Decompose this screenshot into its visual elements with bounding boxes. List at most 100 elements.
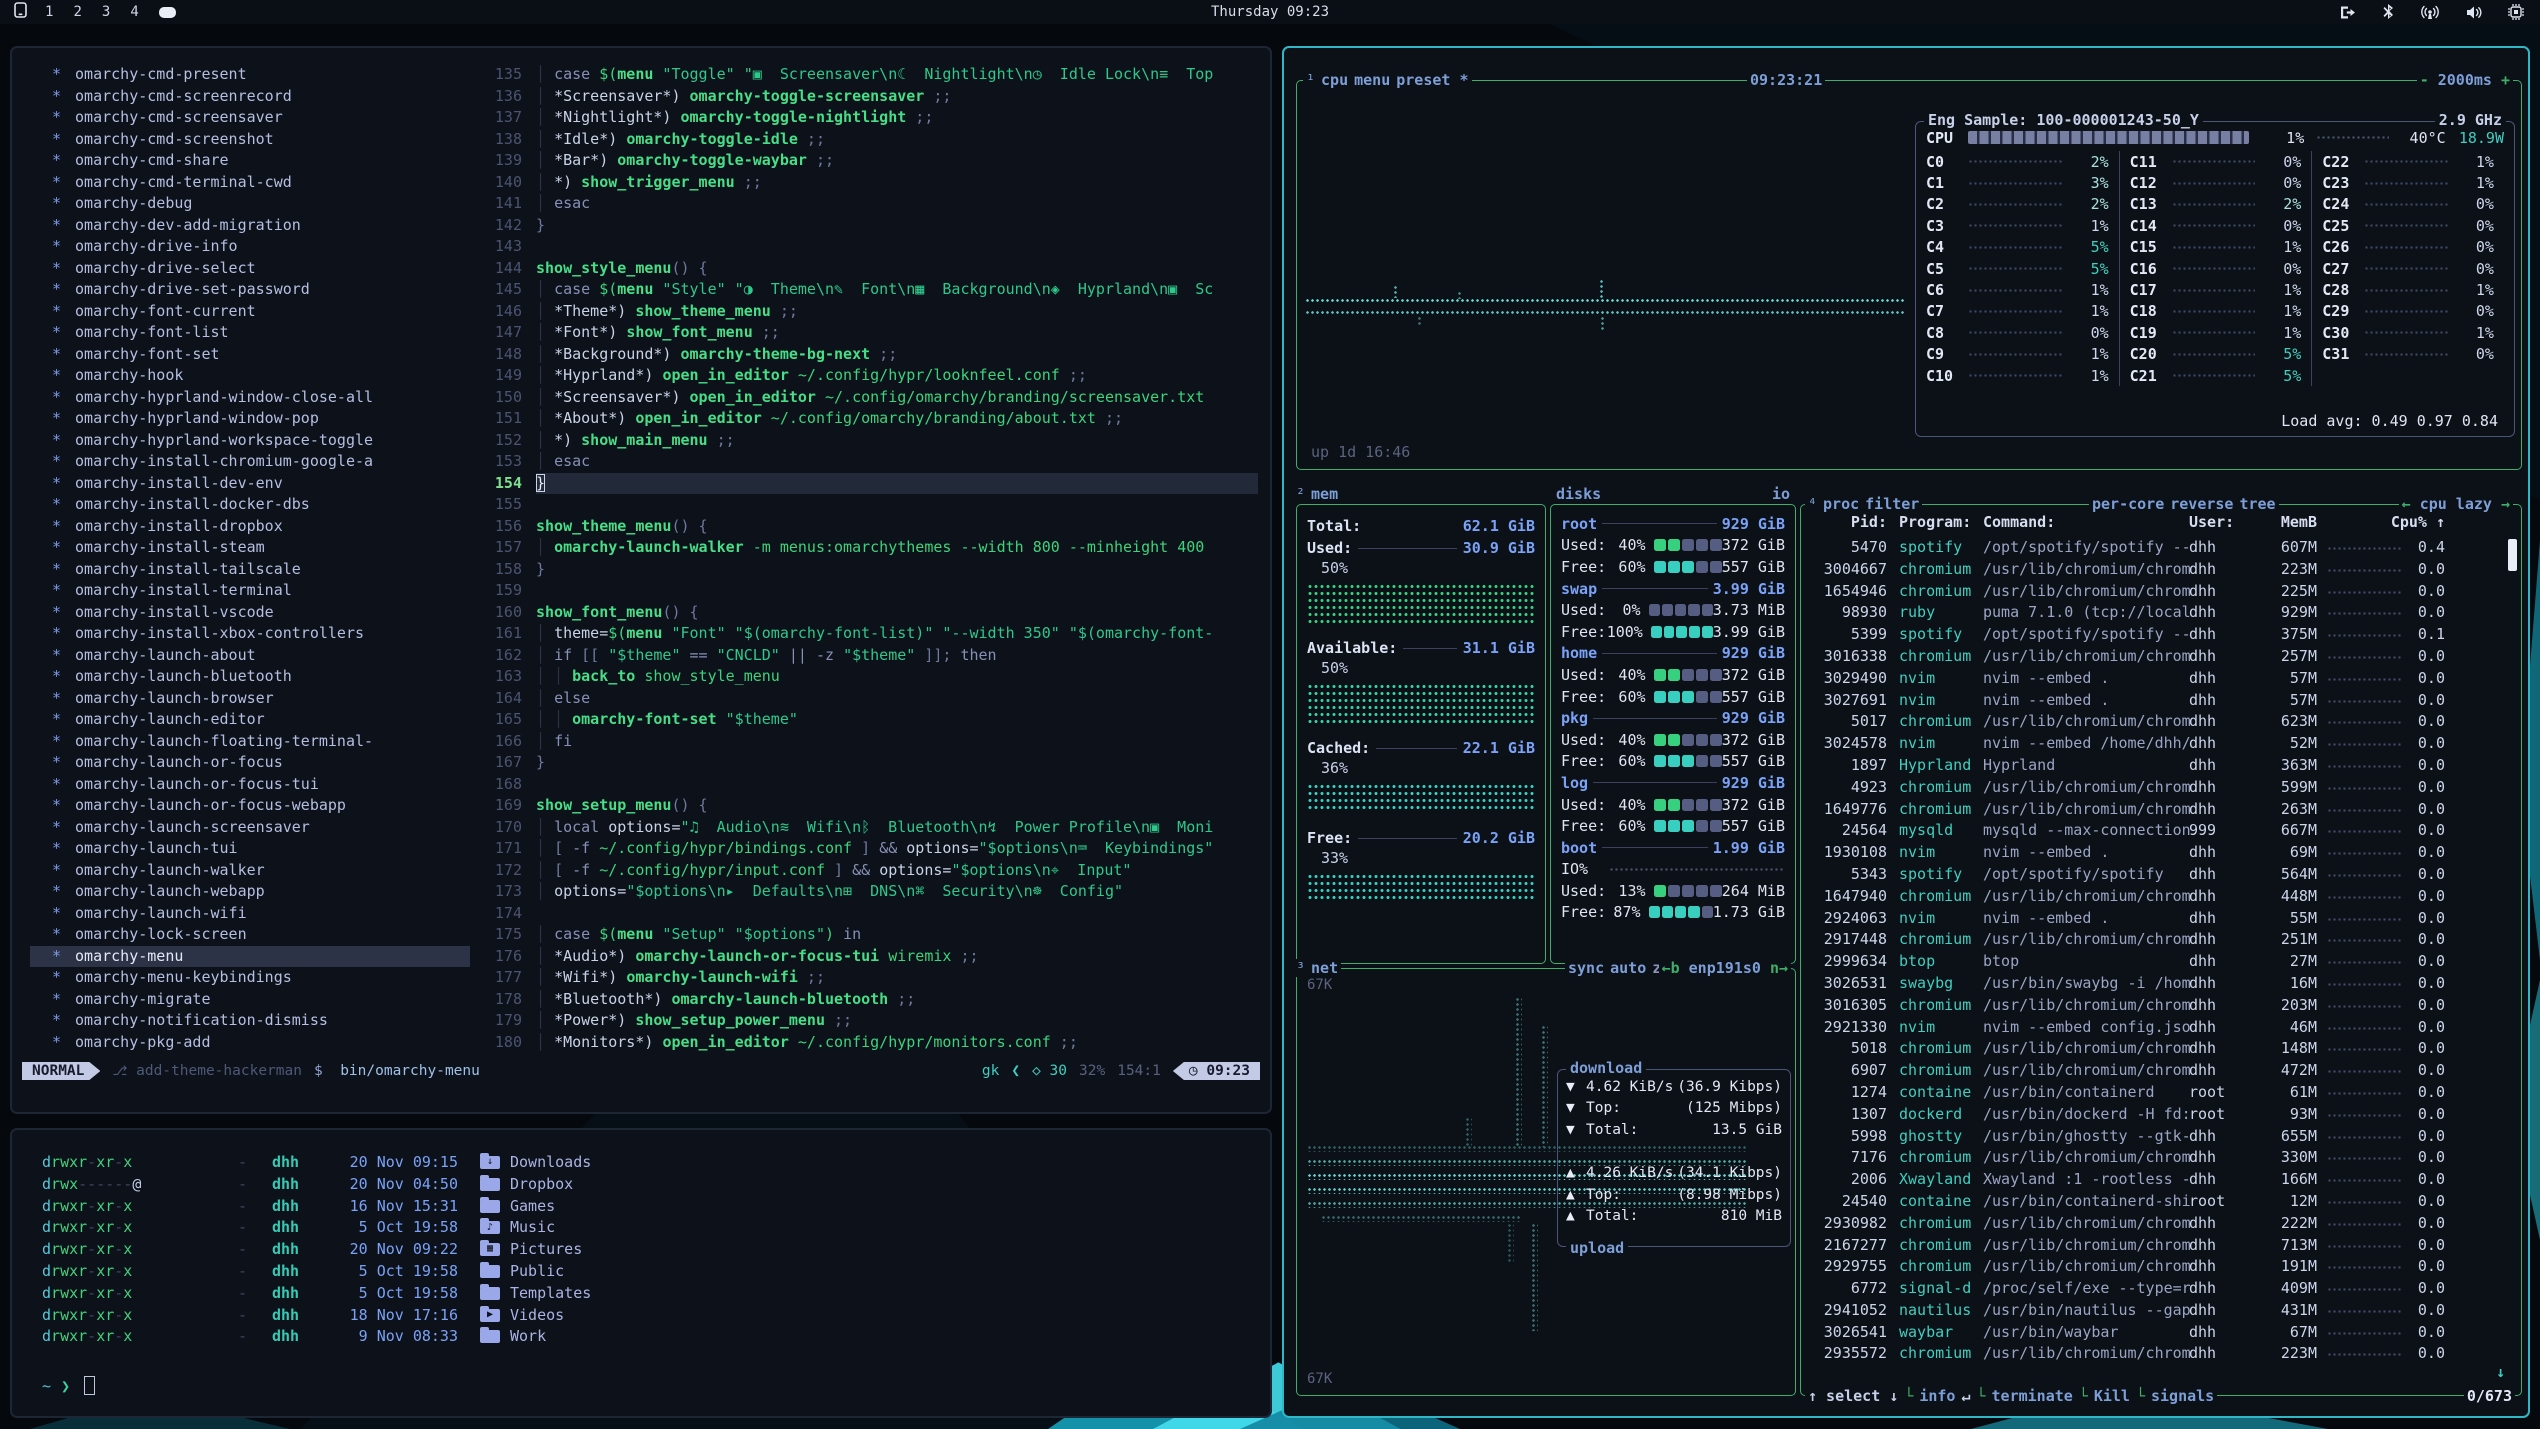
proc-row[interactable]: 3016305chromium/usr/lib/chromium/chromdh… (1809, 995, 2513, 1017)
proc-row[interactable]: 2941052nautilus/usr/bin/nautilus --gapdh… (1809, 1300, 2513, 1322)
select-keys[interactable]: ↑ select ↓ (1805, 1387, 1901, 1405)
proc-row[interactable]: 1649776chromium/usr/lib/chromium/chromdh… (1809, 799, 2513, 821)
file-item[interactable]: *omarchy-lock-screen (30, 924, 470, 946)
proc-scrollbar[interactable] (2508, 539, 2517, 571)
directory-name[interactable]: Games (510, 1196, 555, 1218)
file-item[interactable]: *omarchy-cmd-screenrecord (30, 86, 470, 108)
code-line[interactable] (536, 903, 1258, 925)
proc-row[interactable]: 6907chromium/usr/lib/chromium/chromdhh47… (1809, 1060, 2513, 1082)
code-line[interactable]: │ esac (536, 193, 1258, 215)
directory-name[interactable]: Dropbox (510, 1174, 573, 1196)
proc-row[interactable]: 5018chromium/usr/lib/chromium/chromdhh14… (1809, 1038, 2513, 1060)
file-item[interactable]: *omarchy-launch-floating-terminal- (30, 731, 470, 753)
workspace-2[interactable]: 2 (73, 4, 81, 20)
file-item[interactable]: *omarchy-drive-set-password (30, 279, 470, 301)
code-line[interactable]: │ case $(menu "Toggle" "▣ Screensaver\n☾… (536, 64, 1258, 86)
proc-sort[interactable]: ← cpu lazy → (2399, 494, 2513, 514)
file-item[interactable]: *omarchy-install-tailscale (30, 559, 470, 581)
code-line[interactable]: │ local options="♫ Audio\n≋ Wifi\nᛒ Blue… (536, 817, 1258, 839)
code-line[interactable]: │ *) show_trigger_menu ;; (536, 172, 1258, 194)
proc-row[interactable]: 4923chromium/usr/lib/chromium/chromdhh59… (1809, 777, 2513, 799)
net-interface[interactable]: ←b enp191s0 n→ (1659, 958, 1791, 978)
code-line[interactable]: │ *Screensaver*) open_in_editor ~/.confi… (536, 387, 1258, 409)
proc-row[interactable]: 3026531swaybg/usr/bin/swaybg -i /homdhh1… (1809, 973, 2513, 995)
file-item[interactable]: *omarchy-drive-info (30, 236, 470, 258)
workspace-1[interactable]: 1 (45, 4, 53, 20)
file-item[interactable]: *omarchy-install-vscode (30, 602, 470, 624)
volume-icon[interactable] (2466, 5, 2482, 20)
proc-row[interactable]: 7176chromium/usr/lib/chromium/chromdhh33… (1809, 1147, 2513, 1169)
code-line[interactable]: show_setup_menu() { (536, 795, 1258, 817)
code-line[interactable]: │ *Idle*) omarchy-toggle-idle ;; (536, 129, 1258, 151)
proc-row[interactable]: 5017chromium/usr/lib/chromium/chromdhh62… (1809, 711, 2513, 733)
code-line[interactable] (536, 774, 1258, 796)
code-line[interactable]: │ *Background*) omarchy-theme-bg-next ;; (536, 344, 1258, 366)
proc-row[interactable]: 1897HyprlandHyprlanddhh363M0.0 (1809, 755, 2513, 777)
file-item[interactable]: *omarchy-menu (30, 946, 470, 968)
code-line[interactable]: │ *Theme*) show_theme_menu ;; (536, 301, 1258, 323)
code-line[interactable] (536, 494, 1258, 516)
proc-row[interactable]: 5343spotify/opt/spotify/spotifydhh564M0.… (1809, 864, 2513, 886)
file-item[interactable]: *omarchy-launch-tui (30, 838, 470, 860)
workspace-3[interactable]: 3 (102, 4, 110, 20)
signals-key[interactable]: signals (2148, 1387, 2217, 1405)
proc-row[interactable]: 3029490nvimnvim --embed .dhh57M0.0 (1809, 668, 2513, 690)
code-line[interactable]: │ *Monitors*) open_in_editor ~/.config/h… (536, 1032, 1258, 1054)
file-item[interactable]: *omarchy-launch-bluetooth (30, 666, 470, 688)
file-item[interactable]: *omarchy-font-set (30, 344, 470, 366)
file-item[interactable]: *omarchy-cmd-share (30, 150, 470, 172)
file-item[interactable]: *omarchy-launch-or-focus (30, 752, 470, 774)
file-item[interactable]: *omarchy-launch-wifi (30, 903, 470, 925)
app-icon[interactable] (14, 2, 27, 22)
workspace-4[interactable]: 4 (130, 4, 138, 20)
tab-mem[interactable]: mem (1308, 485, 1341, 503)
file-item[interactable]: *omarchy-install-xbox-controllers (30, 623, 470, 645)
proc-row[interactable]: 3027691nvimnvim --embed .dhh57M0.0 (1809, 690, 2513, 712)
proc-row[interactable]: 2006XwaylandXwayland :1 -rootless -dhh16… (1809, 1169, 2513, 1191)
directory-name[interactable]: Downloads (510, 1152, 591, 1174)
file-item[interactable]: *omarchy-migrate (30, 989, 470, 1011)
proc-row[interactable]: 5470spotify/opt/spotify/spotify --dhh607… (1809, 537, 2513, 559)
directory-name[interactable]: Pictures (510, 1239, 582, 1261)
tab-disks[interactable]: disks (1553, 485, 1604, 503)
file-item[interactable]: *omarchy-cmd-screenshot (30, 129, 470, 151)
code-line[interactable]: │ *Font*) show_font_menu ;; (536, 322, 1258, 344)
directory-name[interactable]: Templates (510, 1283, 591, 1305)
file-item[interactable]: *omarchy-drive-select (30, 258, 470, 280)
bluetooth-icon[interactable] (2383, 4, 2394, 20)
file-item[interactable]: *omarchy-launch-webapp (30, 881, 470, 903)
proc-row[interactable]: 3016338chromium/usr/lib/chromium/chromdh… (1809, 646, 2513, 668)
code-line[interactable]: │ │ back_to show_style_menu (536, 666, 1258, 688)
file-item[interactable]: *omarchy-launch-about (30, 645, 470, 667)
file-item[interactable]: *omarchy-install-docker-dbs (30, 494, 470, 516)
file-item[interactable]: *omarchy-hook (30, 365, 470, 387)
code-line[interactable]: │ *Bluetooth*) omarchy-launch-bluetooth … (536, 989, 1258, 1011)
directory-name[interactable]: Videos (510, 1305, 564, 1327)
proc-row[interactable]: 2924063nvimnvim --embed .dhh55M0.0 (1809, 908, 2513, 930)
code-line[interactable]: │ case $(menu "Style" "◑ Theme\n✎ Font\n… (536, 279, 1258, 301)
file-item[interactable]: *omarchy-install-dropbox (30, 516, 470, 538)
tab-net[interactable]: net (1308, 959, 1341, 977)
code-line[interactable]: │ *Power*) show_setup_power_menu ;; (536, 1010, 1258, 1032)
code-line[interactable]: │ │ omarchy-font-set "$theme" (536, 709, 1258, 731)
code-line[interactable]: │ options="$options\n▸ Defaults\n⊞ DNS\n… (536, 881, 1258, 903)
proc-filter[interactable]: filter (1862, 495, 1922, 513)
code-line[interactable]: } (536, 559, 1258, 581)
proc-row[interactable]: 2921330nvimnvim --embed config.jsodhh46M… (1809, 1017, 2513, 1039)
file-item[interactable]: *omarchy-debug (30, 193, 470, 215)
disks-io-tab[interactable]: io (1769, 484, 1793, 504)
file-item[interactable]: *omarchy-notification-dismiss (30, 1010, 470, 1032)
tab-proc[interactable]: proc (1820, 495, 1862, 513)
logout-icon[interactable] (2340, 5, 2357, 20)
code-line[interactable]: } (536, 752, 1258, 774)
proc-row[interactable]: 2930982chromium/usr/lib/chromium/chromdh… (1809, 1213, 2513, 1235)
clock-date[interactable]: Thursday 09:23 (1211, 4, 1329, 20)
code-line[interactable]: │ *Bar*) omarchy-toggle-waybar ;; (536, 150, 1258, 172)
code-pane[interactable]: │ case $(menu "Toggle" "▣ Screensaver\n☾… (536, 64, 1258, 1053)
workspace-active-indicator[interactable] (159, 7, 176, 18)
file-item[interactable]: *omarchy-launch-screensaver (30, 817, 470, 839)
file-item[interactable]: *omarchy-font-list (30, 322, 470, 344)
proc-row[interactable]: 6772signal-d/proc/self/exe --type=rdhh40… (1809, 1278, 2513, 1300)
code-line[interactable]: │ if [[ "$theme" == "CNCLD" || -z "$them… (536, 645, 1258, 667)
code-line[interactable]: │ omarchy-launch-walker -m menus:omarchy… (536, 537, 1258, 559)
